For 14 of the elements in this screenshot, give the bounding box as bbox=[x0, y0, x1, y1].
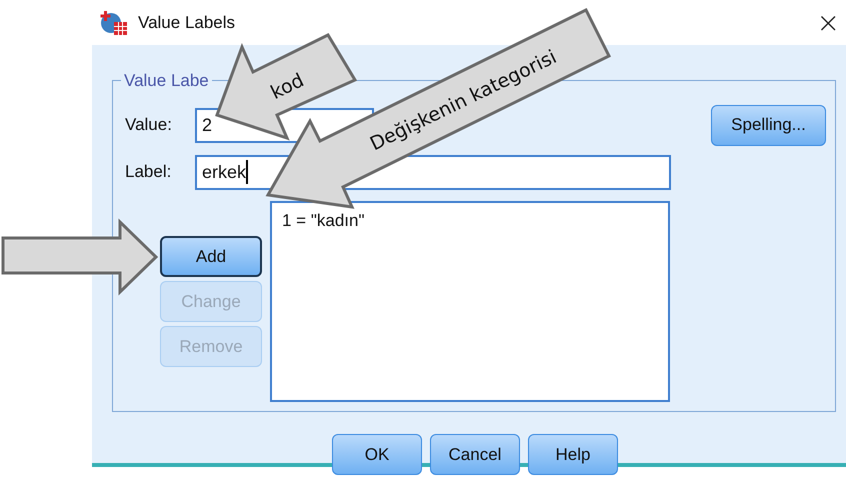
window-title: Value Labels bbox=[138, 12, 236, 32]
text-cursor bbox=[246, 160, 248, 184]
dialog-button[interactable]: Cancel bbox=[430, 434, 520, 475]
spelling-button[interactable]: Spelling... bbox=[711, 104, 826, 146]
field-label: Value: bbox=[125, 115, 173, 135]
dialog-button[interactable]: OK bbox=[332, 434, 422, 475]
app-icon bbox=[100, 10, 128, 36]
dialog-button[interactable]: Help bbox=[528, 434, 618, 475]
arrow-label: kod bbox=[267, 69, 308, 104]
field-label: Label: bbox=[125, 162, 172, 182]
action-button[interactable]: Add bbox=[160, 236, 262, 277]
list-box[interactable]: 1 = "kadın" bbox=[270, 201, 670, 402]
list-item[interactable]: 1 = "kadın" bbox=[282, 211, 364, 231]
close-button[interactable]: × bbox=[810, 6, 846, 39]
